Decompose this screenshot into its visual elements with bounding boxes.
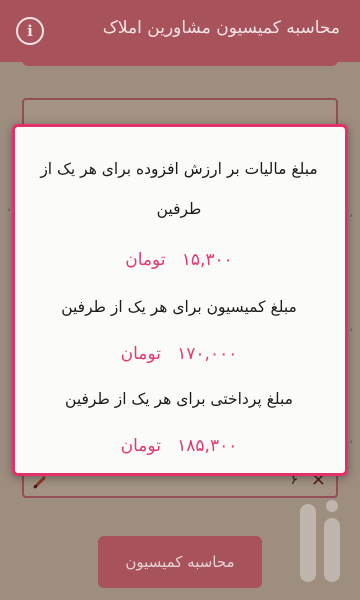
pencil-icon [33,476,46,489]
payable-amount-unit: تومان [120,436,161,456]
payable-amount-value: ۱۸۵,۳۰۰ تومان [23,433,335,459]
field-marker: ، [349,432,353,446]
payable-amount-label: مبلغ پرداختی برای هر یک از طرفین [65,390,293,408]
result-dialog: مبلغ مالیات بر ارزش افزوده برای هر یک از… [12,124,348,476]
commission-amount-number: ۱۷۰,۰۰۰ [177,344,238,364]
commission-amount-label: مبلغ کمیسیون برای هر یک از طرفین [61,298,297,316]
payable-amount-number: ۱۸۵,۳۰۰ [177,436,238,456]
app-title: محاسبه کمیسیون مشاورین املاک [102,18,340,38]
field-marker: ، [7,200,11,214]
vat-amount-label: مبلغ مالیات بر ارزش افزوده برای هر یک از… [40,160,318,218]
field-marker: ، [349,206,353,220]
vat-amount-number: ۱۵,۳۰۰ [181,250,233,270]
vat-amount-unit: تومان [125,250,166,270]
commission-amount-value: ۱۷۰,۰۰۰ تومان [23,341,335,367]
info-icon[interactable]: i [16,17,44,45]
app-bar: محاسبه کمیسیون مشاورین املاک i [0,0,360,62]
header-tab-strip [22,58,338,66]
app-watermark-icon [300,500,340,582]
field-marker: ، [349,320,353,334]
vat-amount-value: ۱۵,۳۰۰ تومان [23,247,335,273]
commission-amount-unit: تومان [120,344,161,364]
calculate-commission-button[interactable]: محاسبه کمیسیون [98,536,262,588]
